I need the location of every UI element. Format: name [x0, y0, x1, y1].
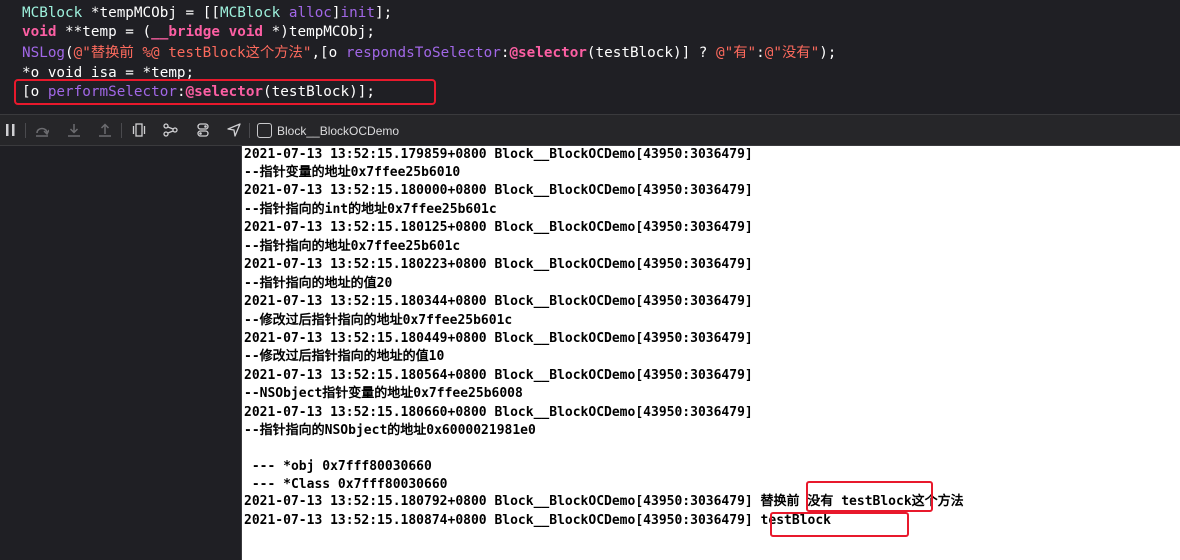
- separator: [249, 123, 250, 138]
- method-token: alloc: [288, 5, 332, 21]
- plain-token: ];: [374, 5, 393, 21]
- console-line: 2021-07-13 13:52:15.180660+0800 Block__B…: [244, 405, 753, 420]
- string-token: @"没有": [764, 45, 820, 61]
- code-line-2: void **temp = (__bridge void *)tempMCObj…: [22, 22, 375, 42]
- console-line: 2021-07-13 13:52:15.180449+0800 Block__B…: [244, 331, 753, 346]
- highlight-box: [14, 79, 436, 105]
- plain-token: (: [65, 45, 74, 61]
- string-token: @"替换前 %@ testBlock这个方法": [73, 45, 312, 61]
- keyword-token: __bridge: [151, 24, 220, 40]
- environment-overrides-icon[interactable]: [195, 122, 211, 138]
- console-line: 2021-07-13 13:52:15.179859+0800 Block__B…: [244, 147, 753, 162]
- highlight-box: [770, 512, 909, 537]
- keyword-token: void: [22, 24, 57, 40]
- keyword-token: void: [228, 24, 264, 40]
- plain-token: *)tempMCObj;: [263, 24, 375, 40]
- plain-token: ,[o: [311, 45, 346, 61]
- console-line: --指针变量的地址0x7ffee25b6010: [244, 165, 461, 180]
- console-line: 2021-07-13 13:52:15.180564+0800 Block__B…: [244, 368, 753, 383]
- type-token: MCBlock: [220, 5, 281, 21]
- pause-icon[interactable]: [3, 122, 19, 138]
- variables-view[interactable]: [0, 146, 241, 560]
- debug-bar: Block__BlockOCDemo: [0, 114, 1180, 146]
- console-line: --指针指向的地址0x7ffee25b601c: [244, 239, 461, 254]
- console-line: 2021-07-13 13:52:15.180000+0800 Block__B…: [244, 183, 753, 198]
- console-line: 2021-07-13 13:52:15.180125+0800 Block__B…: [244, 220, 753, 235]
- separator: [121, 123, 122, 138]
- simulate-location-icon[interactable]: [226, 122, 242, 138]
- code-line-1: MCBlock *tempMCObj = [[MCBlock alloc]ini…: [22, 3, 392, 23]
- console-line: --指针指向的地址的值20: [244, 276, 393, 291]
- console-line: --修改过后指针指向的地址的值10: [244, 349, 445, 364]
- console-line: --修改过后指针指向的地址0x7ffee25b601c: [244, 313, 513, 328]
- string-token: @"有": [716, 45, 757, 61]
- function-token: NSLog: [22, 45, 66, 61]
- highlight-box: [806, 481, 933, 512]
- method-token: init: [340, 5, 375, 21]
- plain-token: (testBlock)] ?: [586, 45, 717, 61]
- step-into-icon[interactable]: [66, 122, 82, 138]
- console-line: 2021-07-13 13:52:15.180344+0800 Block__B…: [244, 294, 753, 309]
- console-line: 2021-07-13 13:52:15.180223+0800 Block__B…: [244, 257, 753, 272]
- console-output[interactable]: 2021-07-13 13:52:15.179859+0800 Block__B…: [242, 146, 1180, 560]
- console-line: --NSObject指针变量的地址0x7ffee25b6008: [244, 386, 523, 401]
- console-line: --- *Class 0x7fff80030660: [244, 477, 448, 492]
- separator: [25, 123, 26, 138]
- method-token: respondsToSelector: [345, 45, 501, 61]
- breadcrumb[interactable]: Block__BlockOCDemo: [277, 123, 399, 139]
- console-line: --指针指向的int的地址0x7ffee25b601c: [244, 202, 497, 217]
- console-line: --- *obj 0x7fff80030660: [244, 459, 432, 474]
- plain-token: );: [819, 45, 837, 61]
- keyword-token: @selector: [509, 45, 587, 61]
- console-line: 2021-07-13 13:52:15.180874+0800 Block__B…: [244, 513, 831, 528]
- plain-token: ]: [331, 5, 341, 21]
- plain-token: :: [756, 45, 765, 61]
- plain-token: *tempMCObj = [[: [82, 5, 220, 21]
- code-editor[interactable]: MCBlock *tempMCObj = [[MCBlock alloc]ini…: [0, 0, 1180, 114]
- step-over-icon[interactable]: [34, 122, 50, 138]
- type-token: MCBlock: [22, 5, 83, 21]
- code-line-3: NSLog(@"替换前 %@ testBlock这个方法",[o respond…: [22, 43, 836, 63]
- step-out-icon[interactable]: [97, 122, 113, 138]
- plain-token: **temp = (: [56, 24, 152, 40]
- memory-graph-icon[interactable]: [162, 122, 178, 138]
- console-line: --指针指向的NSObject的地址0x6000021981e0: [244, 423, 536, 438]
- debug-view-hierarchy-icon[interactable]: [131, 122, 147, 138]
- target-icon: [257, 123, 272, 138]
